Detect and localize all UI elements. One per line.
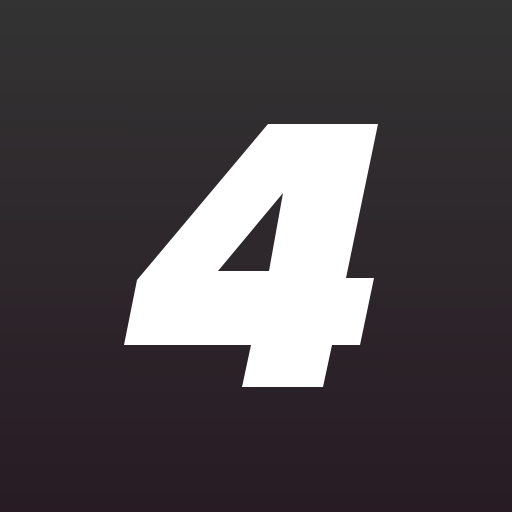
four-glyph-shape bbox=[124, 124, 378, 387]
app-icon-tile: 4 bbox=[0, 0, 512, 512]
number-four-icon bbox=[124, 124, 378, 387]
